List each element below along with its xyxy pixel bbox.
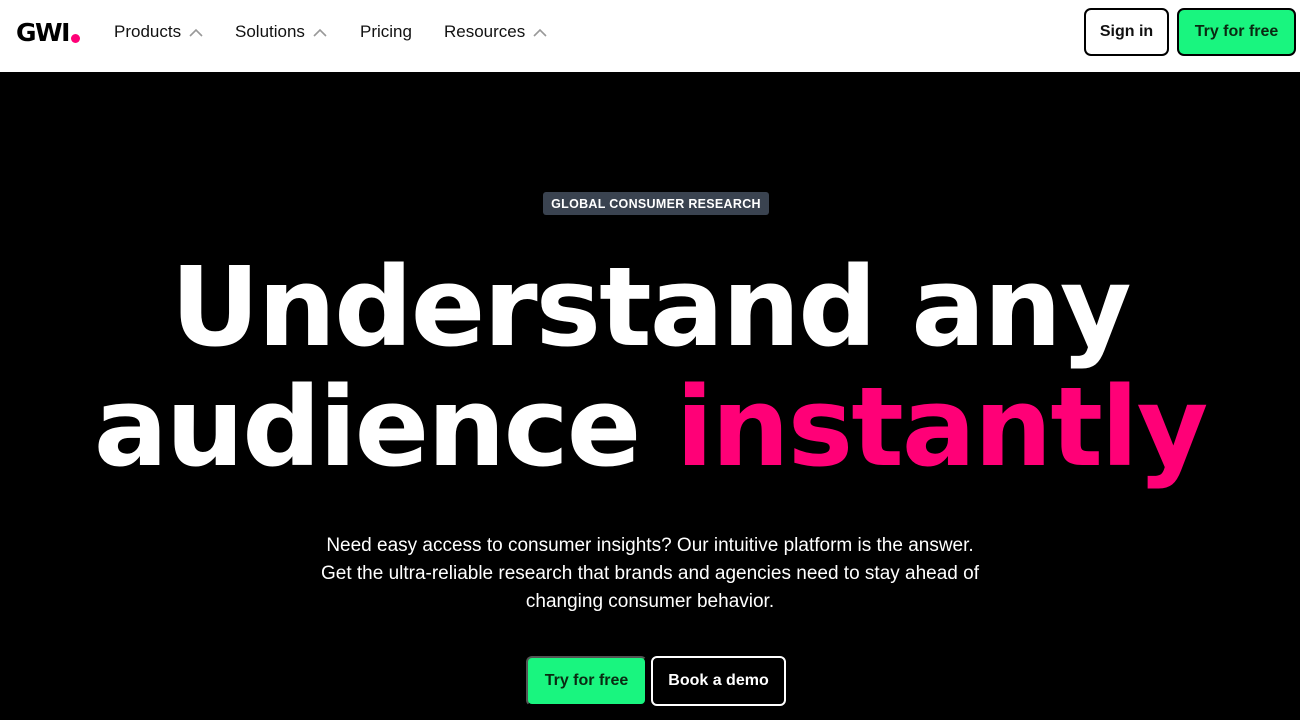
- try-for-free-nav-button[interactable]: Try for free: [1177, 8, 1296, 56]
- hero-description-line: changing consumer behavior.: [525, 591, 775, 612]
- sign-in-button[interactable]: Sign in: [1084, 8, 1169, 56]
- nav-resources-label: Resources: [444, 22, 526, 41]
- book-a-demo-button[interactable]: Book a demo: [651, 656, 786, 706]
- hero-section: GLOBAL CONSUMER RESEARCH Understand any …: [0, 72, 1300, 720]
- chevron-up-icon: [313, 25, 327, 39]
- hero-description-line: Need easy access to consumer insights? O…: [326, 535, 974, 556]
- hero-description-line: Get the ultra-reliable research that bra…: [320, 563, 980, 584]
- eyebrow-badge: GLOBAL CONSUMER RESEARCH: [543, 192, 769, 215]
- nav-solutions[interactable]: Solutions: [235, 20, 327, 44]
- nav-products-label: Products: [114, 22, 182, 41]
- logo-wordmark: GWI: [16, 18, 70, 47]
- gwi-logo[interactable]: GWI: [16, 19, 80, 47]
- headline-white-text: audience: [93, 363, 676, 491]
- nav-solutions-label: Solutions: [235, 22, 305, 41]
- top-navigation-bar: GWI Products Solutions Pricing Resources…: [0, 0, 1300, 72]
- headline-accent-text: instantly: [675, 363, 1209, 491]
- logo-dot-icon: [70, 34, 80, 43]
- hero-headline-line-1: Understand any: [170, 243, 1131, 371]
- try-for-free-hero-button[interactable]: Try for free: [526, 656, 647, 706]
- nav-products[interactable]: Products: [114, 20, 203, 44]
- nav-pricing-label: Pricing: [360, 22, 412, 41]
- nav-pricing[interactable]: Pricing: [360, 20, 412, 44]
- chevron-up-icon: [189, 25, 203, 39]
- chevron-up-icon: [533, 25, 547, 39]
- nav-resources[interactable]: Resources: [444, 20, 547, 44]
- hero-description: Need easy access to consumer insights? O…: [250, 532, 1050, 616]
- hero-headline-line-2: audience instantly: [0, 367, 1300, 487]
